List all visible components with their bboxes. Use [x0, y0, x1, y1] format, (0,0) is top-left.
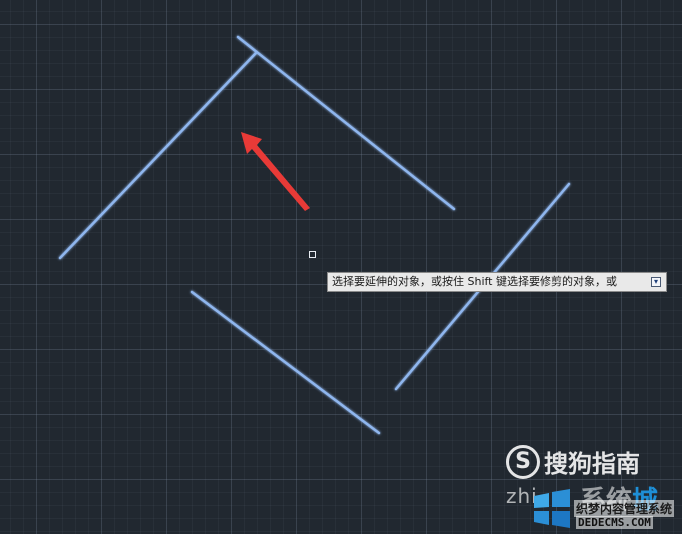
command-prompt-tooltip: 选择要延伸的对象，或按住 Shift 键选择要修剪的对象，或 ▾ — [327, 272, 667, 292]
windows-logo-icon — [534, 489, 570, 528]
site-watermark-subtitle: 织梦内容管理系统 — [574, 500, 675, 517]
command-prompt-text: 选择要延伸的对象，或按住 Shift 键选择要修剪的对象，或 — [332, 275, 617, 288]
sogou-logo-icon: S — [506, 444, 540, 479]
pickbox-cursor — [309, 251, 316, 258]
site-watermark-url: DEDECMS.COM — [576, 516, 653, 529]
site-watermark: 系统城 织梦内容管理系统 DEDECMS.COM — [530, 478, 682, 534]
expand-icon[interactable]: ▾ — [651, 277, 661, 287]
red-arrow-annotation — [241, 132, 310, 211]
line-segment-top-right[interactable] — [236, 35, 456, 211]
line-segment-bottom[interactable] — [190, 290, 381, 435]
sogou-watermark: S 搜狗指南 — [506, 444, 640, 479]
line-segment-top-left[interactable] — [58, 51, 258, 260]
watermark-title: 搜狗指南 — [544, 450, 640, 478]
